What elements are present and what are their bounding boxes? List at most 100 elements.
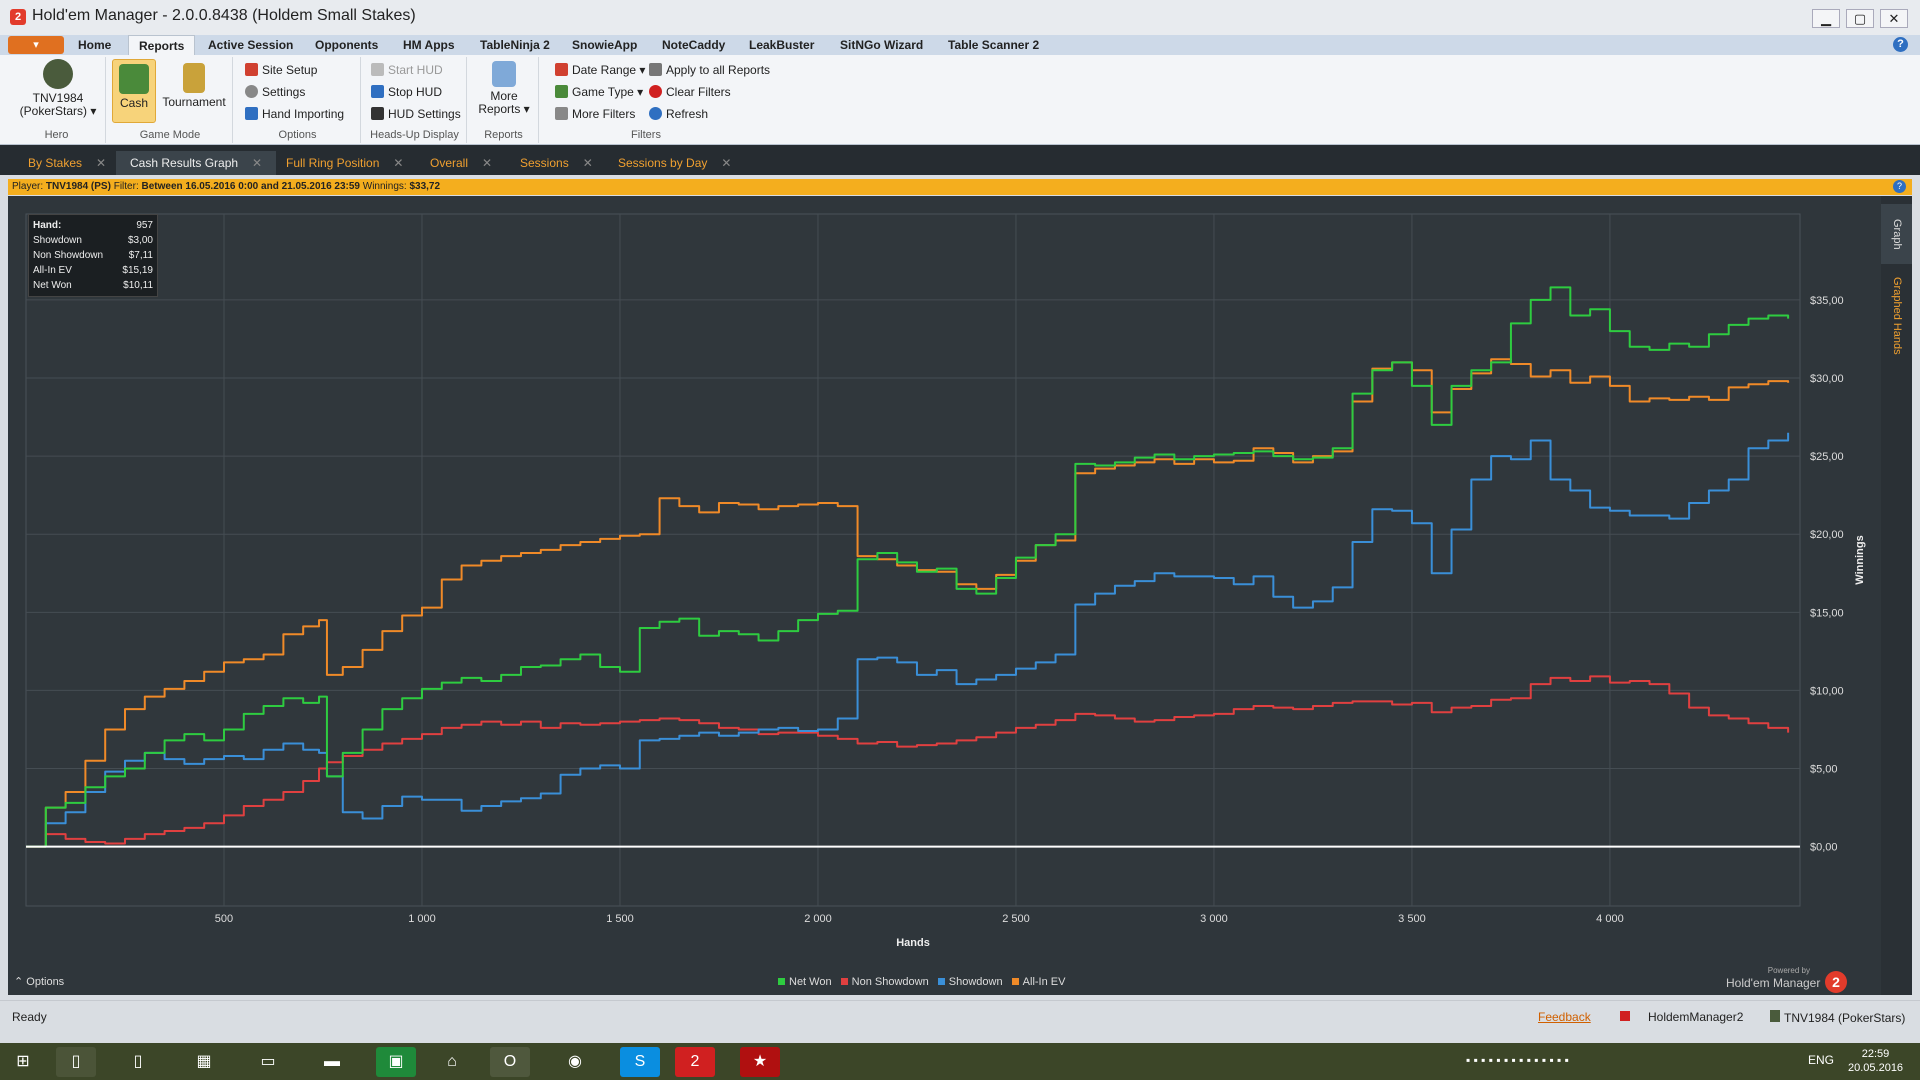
stats-row-non-showdown: Non Showdown $7,11 [33,248,153,263]
side-tab-graphed-hands[interactable]: Graphed Hands [1881,266,1912,366]
calculator-icon[interactable]: ▦ [184,1047,224,1077]
help-icon[interactable]: ? [1893,37,1908,52]
app-menu-button[interactable]: ▾ [8,36,64,54]
tab-notecaddy[interactable]: NoteCaddy [652,35,735,55]
cash-button[interactable]: Cash [112,59,156,123]
tab-sessions-by-day[interactable]: Sessions by Day ✕ [604,151,745,175]
results-chart[interactable]: 500 1 000 1 500 2 000 2 500 3 000 3 500 4 000 $0… [8,196,1881,995]
store-icon[interactable]: ▣ [376,1047,416,1077]
home-icon[interactable]: ⌂ [432,1047,472,1077]
x-tick-label: 2 000 [804,913,832,925]
windows-start-icon[interactable]: ⊞ [6,1047,40,1077]
more-reports-label-2: Reports ▾ [478,102,530,116]
tray-icons[interactable]: ▪ ▪ ▪ ▪ ▪ ▪ ▪ ▪ ▪ ▪ ▪ ▪ ▪ ▪ [1466,1053,1569,1067]
stats-label: Showdown [33,235,82,246]
tab-home[interactable]: Home [68,35,121,55]
ribbon-group-hero: TNV1984 (PokerStars) ▾ Hero [8,57,106,143]
game-type-button[interactable]: Game Type ▾ [555,83,643,101]
language-indicator[interactable]: ENG [1808,1053,1834,1067]
opera-icon[interactable]: O [490,1047,530,1077]
stats-value: $3,00 [127,235,153,246]
more-reports-button[interactable]: More Reports ▾ [477,61,531,116]
graph-options-button[interactable]: ⌃ Options [14,975,64,988]
tab-leakbuster[interactable]: LeakBuster [739,35,824,55]
funnel-icon [555,107,568,120]
tab-opponents[interactable]: Opponents [305,35,388,55]
game-type-label: Game Type ▾ [572,85,644,99]
winnings-label: Winnings: [362,181,407,192]
legend-all-in-ev[interactable]: All-In EV [1011,976,1065,988]
settings-button[interactable]: Settings [245,83,305,101]
tournament-button[interactable]: Tournament [158,63,230,109]
hand-importing-button[interactable]: Hand Importing [245,105,344,123]
tab-cash-results-graph[interactable]: Cash Results Graph ✕ [116,151,277,175]
date-range-label: Date Range ▾ [572,63,646,77]
more-filters-button[interactable]: More Filters [555,105,635,123]
skype-icon[interactable]: S [620,1047,660,1077]
tab-sitngo-wizard[interactable]: SitNGo Wizard [830,35,933,55]
stop-hud-button[interactable]: Stop HUD [371,83,442,101]
windows-taskbar: ⊞ ▯ ▯ ▦ ▭ ▬ ▣ ⌂ O ◉ S 2 ★ ▪ ▪ ▪ ▪ ▪ ▪ ▪ … [0,1043,1920,1080]
play-icon [371,63,384,76]
refresh-button[interactable]: Refresh [649,105,708,123]
pokerstars-icon[interactable]: ★ [740,1047,780,1077]
group-label: Game Mode [139,129,201,141]
monitor-icon[interactable]: ▭ [248,1047,288,1077]
x-tick-label: 3 500 [1398,913,1426,925]
legend-non-showdown[interactable]: Non Showdown [840,976,929,988]
close-tab-icon[interactable]: ✕ [482,156,492,170]
archive-icon[interactable]: ▯ [118,1047,158,1077]
legend-showdown[interactable]: Showdown [937,976,1003,988]
tab-hm-apps[interactable]: HM Apps [393,35,465,55]
legend-net-won[interactable]: Net Won [778,976,832,988]
tab-by-stakes[interactable]: By Stakes ✕ [14,151,120,175]
stats-value: $10,11 [123,280,153,291]
stats-row-hands: Hand: 957 [33,218,153,233]
group-label: Options [278,129,317,141]
feedback-link[interactable]: Feedback [1538,1010,1591,1024]
hm2-taskbar-icon[interactable]: 2 [675,1047,715,1077]
tab-tableninja[interactable]: TableNinja 2 [470,35,560,55]
filter-label: Filter: [113,181,139,192]
report-chart-icon [492,61,516,87]
side-tab-graph[interactable]: Graph [1881,204,1912,264]
tab-full-ring-position[interactable]: Full Ring Position ✕ [272,151,417,175]
close-button[interactable]: ✕ [1880,9,1908,28]
status-hm2[interactable]: HoldemManager2 [1620,1010,1743,1024]
start-hud-button[interactable]: Start HUD [371,61,443,79]
folder-icon[interactable]: ▬ [312,1047,352,1077]
status-hero[interactable]: TNV1984 (PokerStars) [1770,1010,1905,1025]
close-tab-icon[interactable]: ✕ [721,156,731,170]
tab-reports[interactable]: Reports [128,35,196,55]
clear-filters-button[interactable]: Clear Filters [649,83,731,101]
title-bar: 2 Hold'em Manager - 2.0.0.8438 (Holdem S… [0,0,1920,36]
close-tab-icon[interactable]: ✕ [393,156,403,170]
maximize-button[interactable]: ▢ [1846,9,1874,28]
tab-active-session[interactable]: Active Session [198,35,303,55]
close-tab-icon[interactable]: ✕ [252,156,262,170]
ribbon-group-options: Site Setup Settings Hand Importing Optio… [235,57,361,143]
hud-settings-button[interactable]: HUD Settings [371,105,461,123]
apply-all-reports-button[interactable]: Apply to all Reports [649,61,770,79]
tab-table-scanner[interactable]: Table Scanner 2 [938,35,1049,55]
close-tab-icon[interactable]: ✕ [583,156,593,170]
clock[interactable]: 22:59 20.05.2016 [1848,1047,1903,1075]
apply-all-icon [649,63,662,76]
chart-legend: Net Won Non Showdown Showdown All-In EV [778,976,1071,988]
file-icon[interactable]: ▯ [56,1047,96,1077]
help-icon[interactable]: ? [1893,180,1906,193]
more-filters-label: More Filters [572,107,636,121]
chrome-icon[interactable]: ◉ [555,1047,595,1077]
site-setup-button[interactable]: Site Setup [245,61,317,79]
hud-settings-label: HUD Settings [388,107,461,121]
tab-sessions[interactable]: Sessions ✕ [506,151,607,175]
hover-stats-box: Hand: 957 Showdown $3,00 Non Showdown $7,11… [28,214,158,297]
powered-by-brand: Hold'em Manager [1726,976,1821,990]
hero-selector[interactable]: TNV1984 (PokerStars) ▾ [16,59,100,118]
tab-snowieapp[interactable]: SnowieApp [562,35,647,55]
close-tab-icon[interactable]: ✕ [96,156,106,170]
filter-value: Between 16.05.2016 0:00 and 21.05.2016 2… [141,181,360,192]
minimize-button[interactable]: ▁ [1812,9,1840,28]
date-range-button[interactable]: Date Range ▾ [555,61,645,79]
tab-overall[interactable]: Overall ✕ [416,151,506,175]
